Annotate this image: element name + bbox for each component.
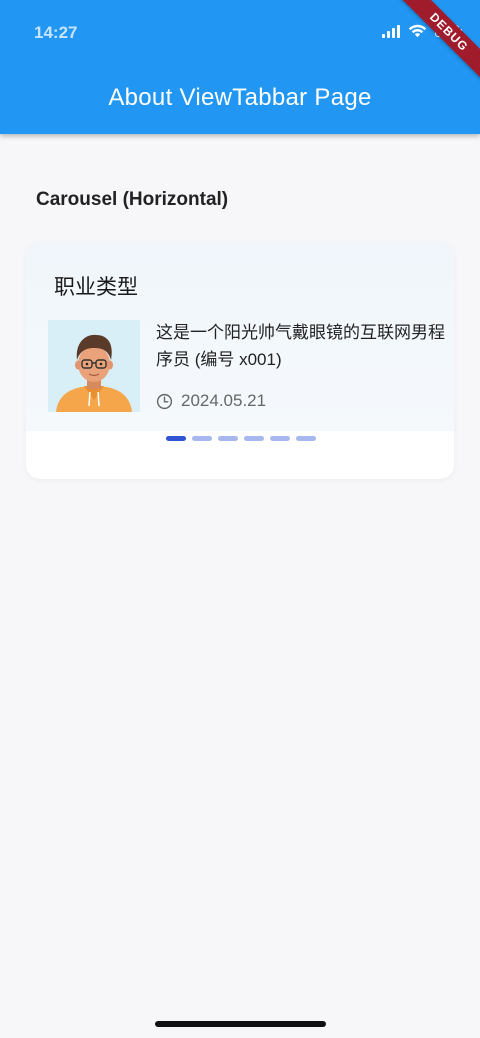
clock-icon [156, 393, 173, 409]
wifi-icon [408, 24, 427, 38]
page-dot-3[interactable] [218, 436, 238, 441]
job-description: 这是一个阳光帅气戴眼镜的互联网男程序员 (编号 x001) [156, 323, 445, 369]
developer-avatar [48, 320, 140, 412]
page-dot-6[interactable] [296, 436, 316, 441]
carousel-card[interactable]: 职业类型 这是一个阳光帅气戴眼镜的互联网男程序员 (编号 x001) 2024.… [26, 243, 454, 479]
app-bar: 14:27 DEBUG About ViewTabbar Page [0, 0, 480, 134]
carousel-slide[interactable]: 职业类型 这是一个阳光帅气戴眼镜的互联网男程序员 (编号 x001) 2024.… [26, 243, 454, 431]
app-screen: 14:27 DEBUG About ViewTabbar Page Carous… [0, 0, 480, 1038]
page-dot-4[interactable] [244, 436, 264, 441]
carousel-page-indicator[interactable] [166, 436, 316, 441]
date-row: 2024.05.21 [156, 391, 266, 411]
page-title: About ViewTabbar Page [108, 84, 372, 111]
page-dot-2[interactable] [192, 436, 212, 441]
job-date: 2024.05.21 [181, 391, 267, 410]
section-title: Carousel (Horizontal) [36, 189, 229, 210]
signal-icon [382, 24, 400, 38]
page-dot-5[interactable] [270, 436, 290, 441]
page-dot-1[interactable] [166, 436, 186, 441]
status-time: 14:27 [34, 23, 78, 42]
card-title: 职业类型 [54, 276, 138, 299]
debug-banner: DEBUG [395, 0, 480, 86]
home-indicator[interactable] [155, 1021, 326, 1027]
